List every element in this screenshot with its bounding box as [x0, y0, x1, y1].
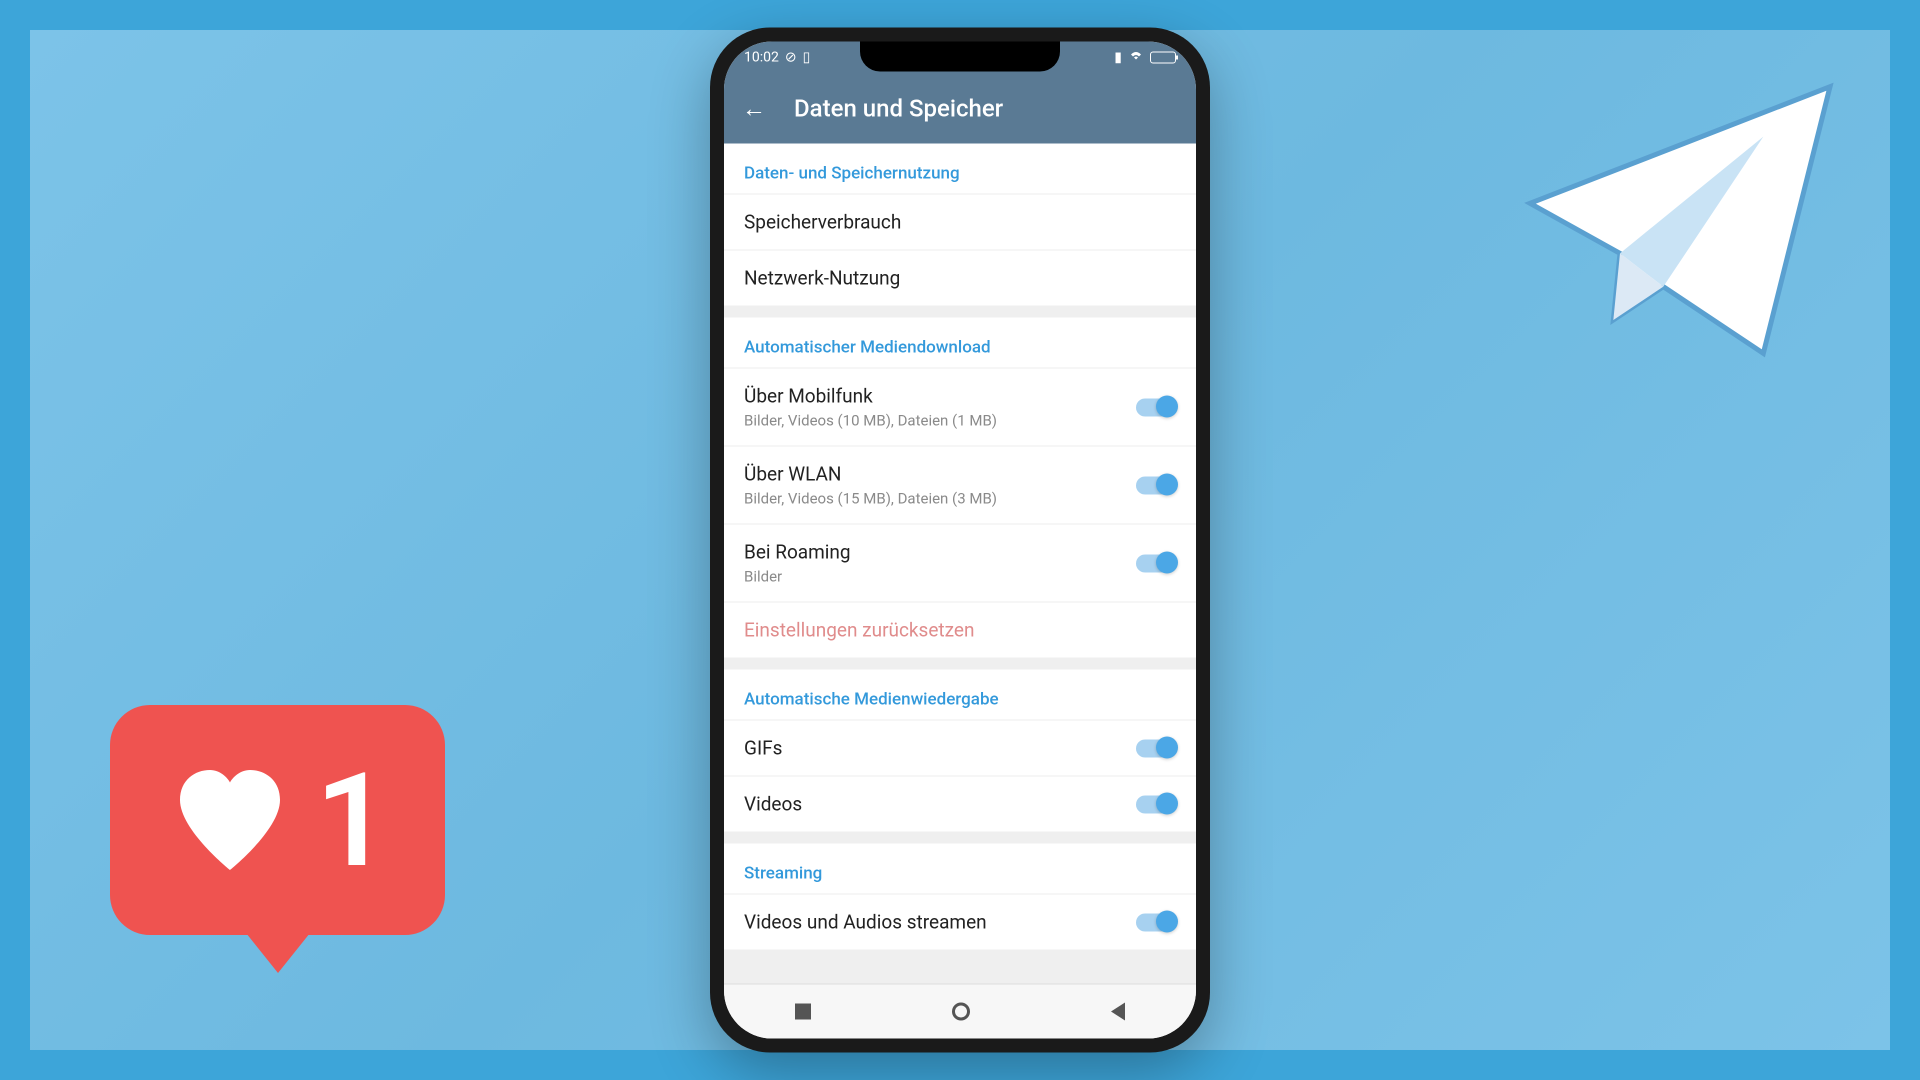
- like-count: 1: [315, 744, 389, 897]
- row-mobile-sub: Bilder, Videos (10 MB), Dateien (1 MB): [744, 412, 1126, 430]
- row-stream[interactable]: Videos und Audios streamen: [724, 894, 1196, 950]
- row-gifs-label: GIFs: [744, 737, 1126, 760]
- notif-icon: ▯: [803, 50, 811, 66]
- row-reset-label: Einstellungen zurücksetzen: [744, 619, 975, 642]
- battery-icon: [1150, 52, 1176, 64]
- content-scroll[interactable]: Daten- und Speichernutzung Speicherverbr…: [724, 144, 1196, 984]
- row-mobile-label: Über Mobilfunk: [744, 385, 1126, 408]
- toggle-roaming[interactable]: [1136, 554, 1176, 572]
- nav-recent-icon[interactable]: [795, 1004, 811, 1020]
- row-videos[interactable]: Videos: [724, 776, 1196, 832]
- section-header-auto-play: Automatische Medienwiedergabe: [724, 670, 1196, 720]
- wifi-icon: [1128, 50, 1144, 66]
- toggle-stream[interactable]: [1136, 913, 1176, 931]
- nav-home-icon[interactable]: [952, 1003, 970, 1021]
- status-left: 10:02 ⊘ ▯: [744, 50, 810, 66]
- heart-icon: [165, 765, 295, 875]
- row-videos-label: Videos: [744, 793, 1126, 816]
- row-roaming-sub: Bilder: [744, 568, 1126, 586]
- phone-inner: 10:02 ⊘ ▯ ▮ ← Daten und Speicher: [724, 42, 1196, 1039]
- row-network[interactable]: Netzwerk-Nutzung: [724, 250, 1196, 306]
- row-network-label: Netzwerk-Nutzung: [744, 267, 1176, 290]
- back-arrow-icon[interactable]: ←: [742, 94, 766, 123]
- telegram-plane-icon: [1510, 70, 1850, 370]
- row-storage-label: Speicherverbrauch: [744, 211, 1176, 234]
- row-mobile[interactable]: Über Mobilfunk Bilder, Videos (10 MB), D…: [724, 368, 1196, 446]
- section-header-streaming: Streaming: [724, 844, 1196, 894]
- row-roaming-label: Bei Roaming: [744, 541, 1126, 564]
- section-auto-play: Automatische Medienwiedergabe GIFs Video…: [724, 670, 1196, 832]
- row-stream-label: Videos und Audios streamen: [744, 911, 1126, 934]
- status-time: 10:02: [744, 50, 779, 66]
- signal-icon: ▮: [1114, 50, 1122, 66]
- toggle-videos[interactable]: [1136, 795, 1176, 813]
- row-gifs[interactable]: GIFs: [724, 720, 1196, 776]
- row-storage[interactable]: Speicherverbrauch: [724, 194, 1196, 250]
- row-roaming[interactable]: Bei Roaming Bilder: [724, 524, 1196, 602]
- toggle-gifs[interactable]: [1136, 739, 1176, 757]
- page-title: Daten und Speicher: [794, 95, 1003, 123]
- row-wlan-label: Über WLAN: [744, 463, 1126, 486]
- row-reset[interactable]: Einstellungen zurücksetzen: [724, 602, 1196, 658]
- android-nav-bar: [724, 984, 1196, 1039]
- section-streaming: Streaming Videos und Audios streamen: [724, 844, 1196, 950]
- phone-notch: [860, 42, 1060, 72]
- nav-back-icon[interactable]: [1111, 1003, 1125, 1021]
- section-auto-download: Automatischer Mediendownload Über Mobilf…: [724, 318, 1196, 658]
- section-header-usage: Daten- und Speichernutzung: [724, 144, 1196, 194]
- section-header-auto-download: Automatischer Mediendownload: [724, 318, 1196, 368]
- section-usage: Daten- und Speichernutzung Speicherverbr…: [724, 144, 1196, 306]
- dnd-icon: ⊘: [785, 50, 797, 66]
- like-badge: 1: [110, 705, 445, 935]
- status-right: ▮: [1114, 50, 1176, 66]
- row-wlan-sub: Bilder, Videos (15 MB), Dateien (3 MB): [744, 490, 1126, 508]
- toggle-mobile[interactable]: [1136, 398, 1176, 416]
- phone-frame: 10:02 ⊘ ▯ ▮ ← Daten und Speicher: [710, 28, 1210, 1053]
- row-wlan[interactable]: Über WLAN Bilder, Videos (15 MB), Dateie…: [724, 446, 1196, 524]
- screen: 10:02 ⊘ ▯ ▮ ← Daten und Speicher: [724, 42, 1196, 1039]
- app-header: ← Daten und Speicher: [724, 74, 1196, 144]
- toggle-wlan[interactable]: [1136, 476, 1176, 494]
